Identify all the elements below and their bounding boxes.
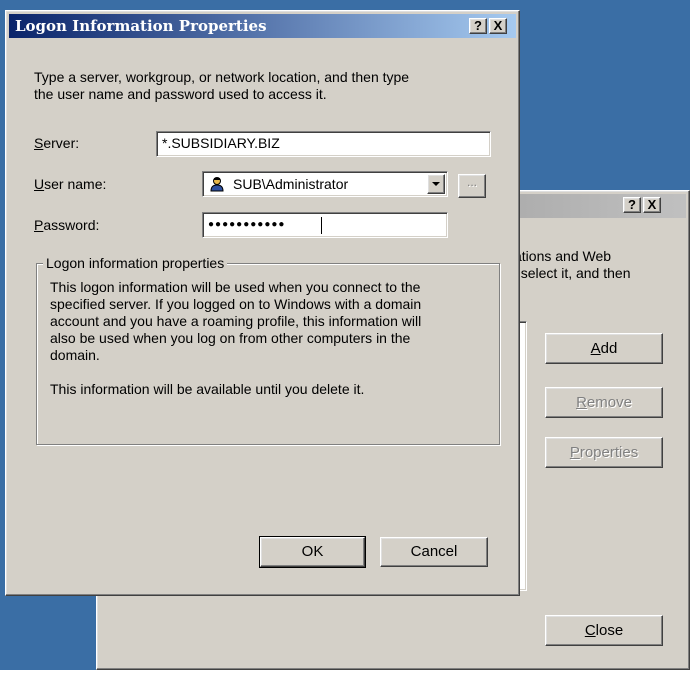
password-label-text: assword: bbox=[43, 217, 100, 233]
user-icon bbox=[209, 176, 225, 192]
background-text-line: cations and Web bbox=[507, 248, 612, 264]
text-cursor bbox=[321, 217, 322, 234]
background-description: cations and Web y, select it, and then bbox=[507, 248, 687, 282]
server-input-value: *.SUBSIDIARY.BIZ bbox=[162, 135, 280, 151]
description-line: This information will be available until… bbox=[50, 381, 365, 397]
close-button-access-key: C bbox=[584, 622, 596, 639]
close-icon: X bbox=[493, 18, 503, 33]
server-label-text: erver: bbox=[43, 135, 80, 151]
background-close-dialog-button[interactable]: Close bbox=[545, 615, 663, 646]
add-button[interactable]: Add bbox=[545, 333, 663, 364]
help-button[interactable]: ? bbox=[469, 18, 487, 34]
properties-button-label: roperties bbox=[579, 444, 639, 461]
intro-line: the user name and password used to acces… bbox=[34, 86, 327, 102]
user-name-label: User name: bbox=[34, 176, 106, 192]
password-label-access-key: P bbox=[34, 217, 44, 233]
properties-button[interactable]: Properties bbox=[545, 437, 663, 468]
add-button-label: dd bbox=[600, 340, 618, 357]
description-line: account and you have a roaming profile, … bbox=[50, 313, 422, 329]
remove-button-access-key: R bbox=[576, 394, 587, 411]
background-text-line: y, select it, and then bbox=[507, 265, 631, 281]
description-line: This logon information will be used when… bbox=[50, 279, 421, 295]
properties-button-access-key: P bbox=[569, 444, 580, 461]
help-icon: ? bbox=[474, 18, 482, 33]
intro-line: Type a server, workgroup, or network loc… bbox=[34, 69, 410, 85]
groupbox-description: This logon information will be used when… bbox=[50, 279, 490, 398]
description-line: specified server. If you logged on to Wi… bbox=[50, 296, 422, 312]
user-name-label-text: ser name: bbox=[44, 176, 107, 192]
intro-text: Type a server, workgroup, or network loc… bbox=[34, 69, 409, 103]
close-button-label: lose bbox=[595, 622, 624, 639]
background-help-button[interactable]: ? bbox=[623, 197, 641, 213]
ok-button-label: OK bbox=[301, 543, 324, 560]
logon-information-dialog: Logon Information Properties ? X Type a … bbox=[5, 10, 520, 596]
help-icon: ? bbox=[628, 197, 636, 212]
password-label: Password: bbox=[34, 217, 99, 233]
description-line: domain. bbox=[50, 347, 100, 363]
cancel-button[interactable]: Cancel bbox=[380, 537, 488, 567]
chevron-down-icon bbox=[432, 182, 440, 186]
close-icon: X bbox=[647, 197, 657, 212]
browse-button[interactable]: ... bbox=[458, 174, 486, 198]
remove-button-label: emove bbox=[586, 394, 632, 411]
cancel-button-label: Cancel bbox=[410, 543, 458, 560]
server-label-access-key: S bbox=[34, 135, 44, 151]
remove-button[interactable]: Remove bbox=[545, 387, 663, 418]
description-line: also be used when you log on from other … bbox=[50, 330, 411, 346]
groupbox-legend: Logon information properties bbox=[43, 255, 228, 271]
user-name-dropdown-button[interactable] bbox=[427, 174, 445, 194]
close-button[interactable]: X bbox=[489, 18, 507, 34]
ok-button[interactable]: OK bbox=[259, 536, 366, 568]
user-name-combobox[interactable]: SUB\Administrator bbox=[202, 171, 448, 197]
password-input[interactable]: ●●●●●●●●●●● bbox=[202, 212, 448, 238]
password-input-value: ●●●●●●●●●●● bbox=[208, 219, 286, 230]
background-close-button[interactable]: X bbox=[643, 197, 661, 213]
titlebar: Logon Information Properties bbox=[9, 14, 516, 38]
add-button-access-key: A bbox=[590, 340, 601, 357]
dialog-title: Logon Information Properties bbox=[15, 17, 267, 35]
user-name-label-access-key: U bbox=[34, 176, 45, 192]
server-label: Server: bbox=[34, 135, 79, 151]
browse-button-label: ... bbox=[466, 175, 477, 189]
server-input[interactable]: *.SUBSIDIARY.BIZ bbox=[156, 131, 491, 157]
user-name-value: SUB\Administrator bbox=[233, 176, 349, 192]
